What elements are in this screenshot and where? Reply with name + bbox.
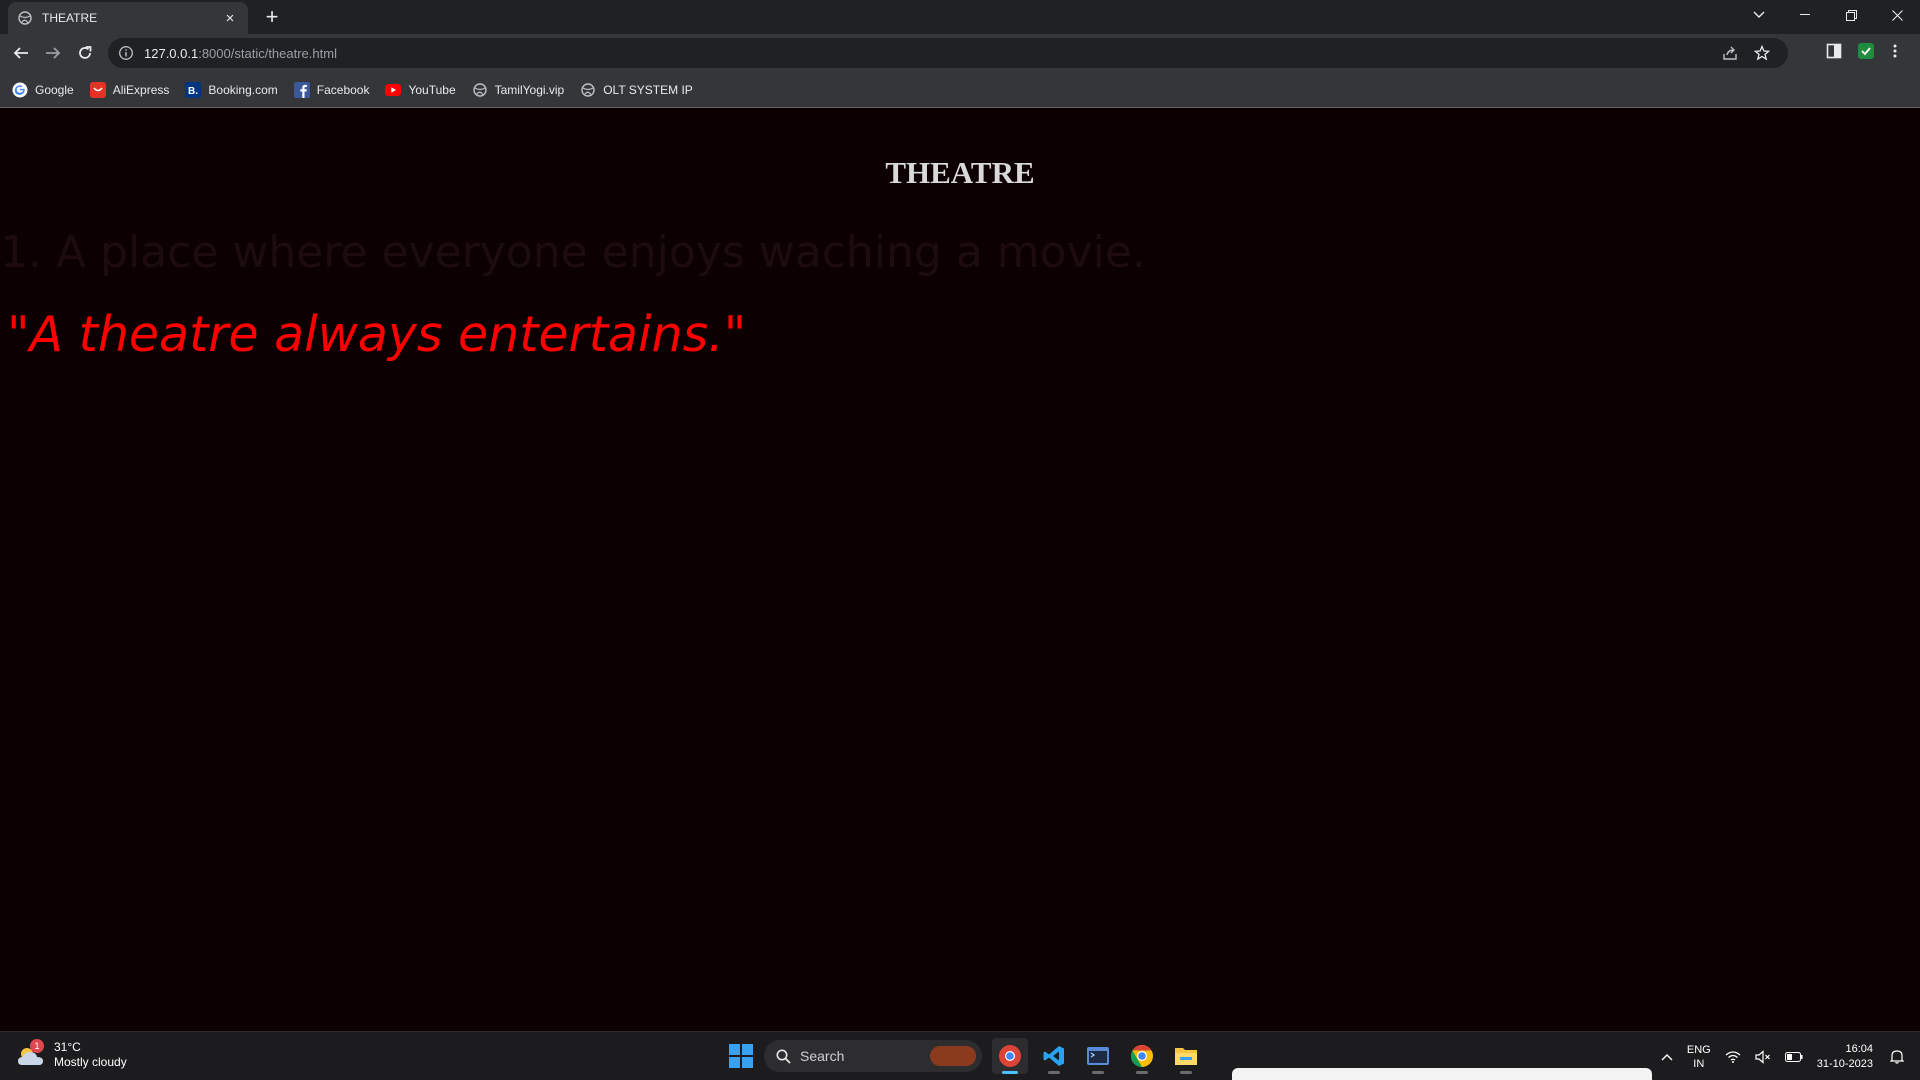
- aliexpress-icon: [89, 81, 106, 98]
- bookmark-label: YouTube: [408, 82, 456, 97]
- google-icon: [12, 82, 28, 98]
- browser-tabstrip: THEATRE × +: [0, 0, 1920, 34]
- volume-muted-icon[interactable]: [1755, 1049, 1771, 1064]
- arrow-right-icon: [46, 47, 61, 59]
- halloween-pumpkin-icon: [930, 1046, 976, 1066]
- booking-icon: B.: [185, 81, 202, 98]
- running-indicator: [1048, 1071, 1060, 1074]
- quote-text: "A theatre always entertains.": [7, 306, 747, 363]
- search-icon: [776, 1049, 791, 1064]
- running-indicator: [1180, 1071, 1192, 1074]
- language-indicator[interactable]: ENG IN: [1687, 1043, 1711, 1071]
- page-content: THEATRE 1. A place where everyone enjoys…: [0, 109, 1920, 1031]
- youtube-icon: [385, 82, 402, 98]
- url-host: 127.0.0.1: [144, 45, 199, 61]
- taskbar-app-vscode[interactable]: [1036, 1038, 1072, 1074]
- list-item: 1. A place where everyone enjoys waching…: [0, 227, 1146, 278]
- start-button[interactable]: [724, 1039, 758, 1073]
- weather-temp: 31°C: [54, 1040, 81, 1054]
- arrow-left-icon: [13, 47, 28, 59]
- back-button[interactable]: [9, 41, 33, 65]
- browser-toolbar: 127.0.0.1:8000/static/theatre.html: [0, 34, 1920, 72]
- wifi-icon[interactable]: [1725, 1050, 1741, 1063]
- region-code: IN: [1693, 1057, 1705, 1070]
- taskbar-app-terminal[interactable]: [1080, 1038, 1116, 1074]
- chrome-icon: [999, 1045, 1021, 1067]
- bookmark-label: TamilYogi.vip: [494, 82, 565, 97]
- active-indicator: [1002, 1071, 1018, 1074]
- star-icon[interactable]: [1753, 44, 1771, 66]
- facebook-icon: [293, 81, 310, 98]
- taskbar-search[interactable]: Search: [764, 1040, 982, 1072]
- weather-widget[interactable]: 1 31°C Mostly cloudy: [16, 1039, 127, 1070]
- close-icon: [1891, 9, 1903, 21]
- menu-kebab-icon[interactable]: [1892, 43, 1898, 64]
- taskbar-app-chrome[interactable]: [1124, 1038, 1160, 1074]
- bookmark-facebook[interactable]: Facebook: [293, 81, 370, 98]
- clock-date: 31-10-2023: [1816, 1057, 1873, 1070]
- bookmark-google[interactable]: Google: [12, 82, 74, 98]
- bookmark-aliexpress[interactable]: AliExpress: [89, 81, 170, 98]
- notification-toast-peek[interactable]: [1232, 1068, 1652, 1080]
- reload-button[interactable]: [73, 41, 97, 65]
- tab-close-button[interactable]: ×: [222, 10, 238, 27]
- vscode-icon: [1043, 1046, 1064, 1066]
- globe-icon: [472, 82, 488, 98]
- chevron-up-icon[interactable]: [1661, 1053, 1673, 1061]
- battery-icon[interactable]: [1784, 1051, 1803, 1062]
- bookmark-label: Facebook: [316, 82, 370, 97]
- bookmarks-bar: Google AliExpress B. Booking.com Faceboo…: [0, 72, 1920, 108]
- search-label: Search: [800, 1048, 845, 1064]
- clock[interactable]: 16:04 31-10-2023: [1817, 1042, 1873, 1072]
- cloud-icon: 1: [16, 1039, 46, 1069]
- restore-icon: [1845, 9, 1857, 21]
- svg-text:B.: B.: [188, 86, 198, 97]
- bookmark-label: Google: [35, 82, 74, 97]
- extension-shield-icon[interactable]: [1858, 43, 1874, 64]
- side-panel-icon[interactable]: [1826, 43, 1842, 64]
- taskbar-app-chrome-profile[interactable]: [992, 1038, 1028, 1074]
- bookmark-olt-system-ip[interactable]: OLT SYSTEM IP: [580, 82, 693, 98]
- tab-search-button[interactable]: [1736, 0, 1782, 30]
- tab-title: THEATRE: [42, 11, 98, 25]
- weather-badge: 1: [30, 1039, 44, 1053]
- bookmark-booking[interactable]: B. Booking.com: [185, 81, 278, 98]
- terminal-icon: [1087, 1047, 1109, 1065]
- windows-icon: [729, 1044, 753, 1068]
- notification-bell-icon[interactable]: [1890, 1049, 1904, 1064]
- taskbar-app-file-explorer[interactable]: [1168, 1038, 1204, 1074]
- tab-theatre[interactable]: THEATRE ×: [8, 2, 248, 34]
- clock-time: 16:04: [1845, 1042, 1873, 1055]
- forward-button[interactable]: [41, 41, 65, 65]
- bookmark-label: AliExpress: [112, 82, 170, 97]
- language-code: ENG: [1686, 1043, 1711, 1056]
- restore-button[interactable]: [1828, 0, 1874, 30]
- globe-icon: [580, 82, 596, 98]
- info-icon[interactable]: [118, 45, 134, 61]
- bookmark-label: OLT SYSTEM IP: [603, 82, 693, 97]
- page-title: THEATRE: [885, 155, 1035, 190]
- minimize-button[interactable]: [1782, 0, 1828, 30]
- minimize-icon: [1800, 14, 1810, 15]
- running-indicator: [1092, 1071, 1104, 1074]
- bookmark-tamilyogi[interactable]: TamilYogi.vip: [472, 82, 565, 98]
- share-icon[interactable]: [1722, 45, 1738, 66]
- url-path: :8000/static/theatre.html: [198, 45, 337, 61]
- chrome-icon: [1131, 1045, 1153, 1067]
- bookmark-label: Booking.com: [208, 82, 278, 97]
- address-bar[interactable]: 127.0.0.1:8000/static/theatre.html: [108, 38, 1788, 68]
- bookmark-youtube[interactable]: YouTube: [385, 82, 456, 98]
- new-tab-button[interactable]: +: [260, 4, 284, 30]
- close-window-button[interactable]: [1874, 0, 1920, 30]
- running-indicator: [1136, 1071, 1148, 1074]
- reload-icon: [79, 46, 92, 59]
- globe-icon: [18, 11, 32, 25]
- chevron-down-icon: [1753, 11, 1765, 18]
- weather-desc: Mostly cloudy: [54, 1055, 127, 1069]
- folder-icon: [1175, 1048, 1197, 1065]
